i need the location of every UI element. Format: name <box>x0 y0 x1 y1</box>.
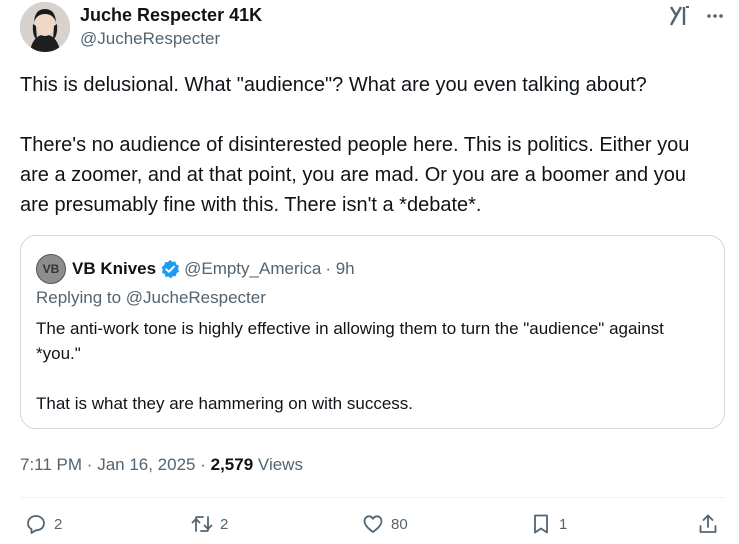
tweet-time[interactable]: 7:11 PM <box>20 455 82 474</box>
grok-icon[interactable] <box>669 4 691 28</box>
meta-separator: · <box>86 455 98 474</box>
author-handle[interactable]: @JucheRespecter <box>80 29 220 49</box>
tweet-meta: 7:11 PM · Jan 16, 2025 · 2,579 Views <box>20 455 303 475</box>
quoted-timestamp[interactable]: · 9h <box>325 259 354 279</box>
views-label: Views <box>257 455 303 474</box>
repost-icon <box>191 516 213 532</box>
repost-button[interactable]: 2 <box>190 512 228 536</box>
tweet-top-actions <box>669 4 725 28</box>
action-bar: 2 2 80 1 <box>0 512 739 542</box>
tweet-text: This is delusional. What "audience"? Wha… <box>20 70 720 220</box>
quoted-author-avatar[interactable]: VB <box>36 254 66 284</box>
author-name[interactable]: Juche Respecter 41K <box>80 5 262 26</box>
divider <box>20 497 725 498</box>
quoted-author-name[interactable]: VB Knives <box>72 259 156 279</box>
reply-icon <box>27 515 45 534</box>
quoted-tweet-text: The anti-work tone is highly effective i… <box>36 316 706 416</box>
replying-to: Replying to @JucheRespecter <box>36 288 266 307</box>
more-icon[interactable] <box>705 6 725 26</box>
tweet-date[interactable]: Jan 16, 2025 <box>97 455 195 474</box>
repost-count: 2 <box>220 515 229 533</box>
quoted-tweet[interactable]: VB VB Knives @Empty_America · 9h Replyin… <box>20 235 725 429</box>
quoted-paragraph: That is what they are hammering on with … <box>36 394 413 413</box>
bookmark-count: 1 <box>559 515 568 533</box>
quoted-tweet-header: VB VB Knives @Empty_America · 9h <box>36 254 355 284</box>
reply-count: 2 <box>54 515 63 533</box>
bookmark-button[interactable]: 1 <box>529 512 567 536</box>
verified-badge-icon <box>161 259 180 279</box>
views-count: 2,579 <box>210 455 254 474</box>
like-button[interactable]: 80 <box>361 512 408 536</box>
quoted-author-handle[interactable]: @Empty_America <box>184 259 321 279</box>
bookmark-icon <box>534 514 548 534</box>
tweet-paragraph: This is delusional. What "audience"? Wha… <box>20 74 647 96</box>
quoted-paragraph: The anti-work tone is highly effective i… <box>36 319 664 363</box>
meta-separator: · <box>200 455 211 474</box>
tweet-paragraph: There's no audience of disinterested peo… <box>20 134 690 216</box>
author-avatar[interactable] <box>20 2 70 52</box>
like-icon <box>363 515 383 533</box>
share-button[interactable] <box>696 512 720 536</box>
author-avatar-image <box>20 2 70 52</box>
share-icon <box>699 514 717 533</box>
reply-button[interactable]: 2 <box>24 512 62 536</box>
like-count: 80 <box>391 515 408 533</box>
